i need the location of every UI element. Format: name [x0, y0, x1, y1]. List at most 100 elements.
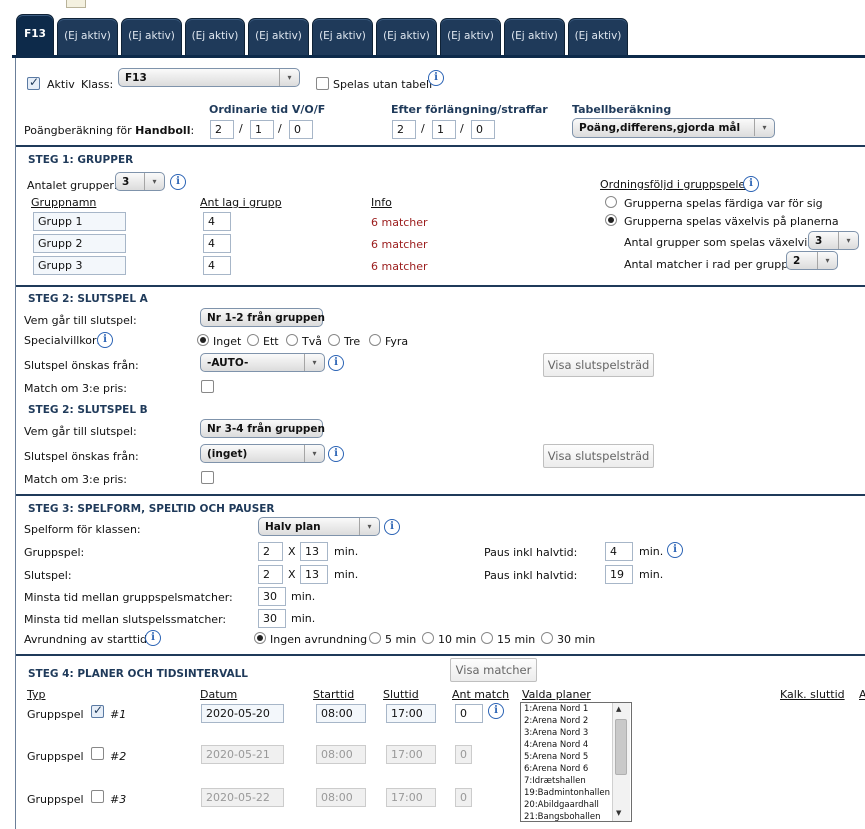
- radio-15-min[interactable]: [481, 632, 493, 644]
- minsta-slut-input[interactable]: 30: [258, 609, 286, 628]
- tab-f13[interactable]: F13: [16, 14, 54, 56]
- info-icon[interactable]: i: [328, 355, 344, 371]
- radio-5-min[interactable]: [369, 632, 381, 644]
- info-icon[interactable]: i: [488, 703, 504, 719]
- antal-grupper-value: 3: [122, 176, 130, 188]
- visa-matcher-button[interactable]: Visa matcher: [450, 658, 537, 682]
- visa-slutspelstrad-button[interactable]: Visa slutspelsträd: [543, 353, 654, 377]
- spelform-select[interactable]: Halv plan ▾: [258, 517, 380, 536]
- efter-vinst-input[interactable]: 2: [392, 120, 416, 139]
- tab-inactive-8[interactable]: (Ej aktiv): [504, 18, 565, 56]
- tab-inactive-6[interactable]: (Ej aktiv): [376, 18, 437, 56]
- slutspel-minuter-input[interactable]: 13: [300, 565, 328, 584]
- row-active-checkbox[interactable]: [91, 703, 104, 718]
- ordinarie-header: Ordinarie tid V/O/F: [209, 103, 326, 116]
- starttid-input[interactable]: 08:00: [316, 788, 366, 807]
- slutspel-perioder-input[interactable]: 2: [258, 565, 283, 584]
- ant-match-input[interactable]: 0: [455, 704, 483, 723]
- info-icon[interactable]: i: [428, 70, 444, 86]
- info-icon[interactable]: i: [170, 174, 186, 190]
- ant-lag-input[interactable]: 4: [203, 256, 231, 275]
- antal-vaxelvis-select[interactable]: 3 ▾: [808, 231, 859, 250]
- tab-inactive-4[interactable]: (Ej aktiv): [248, 18, 309, 56]
- radio-10-min[interactable]: [422, 632, 434, 644]
- min-unit: min.: [639, 568, 664, 581]
- vem-select-a[interactable]: Nr 1-2 från gruppen: [200, 308, 325, 327]
- match3-checkbox[interactable]: [201, 380, 214, 393]
- gruppspel-minuter-input[interactable]: 13: [300, 542, 328, 561]
- avrund-opt-label: 15 min: [497, 633, 536, 646]
- info-icon[interactable]: i: [743, 176, 759, 192]
- matcher-i-rad-select[interactable]: 2 ▾: [786, 251, 838, 270]
- antal-grupper-select[interactable]: 3 ▾: [115, 172, 165, 191]
- scroll-down-icon[interactable]: ▼: [616, 809, 621, 817]
- gruppnamn-input[interactable]: Grupp 1: [33, 212, 126, 231]
- info-icon[interactable]: i: [384, 519, 400, 535]
- klass-select[interactable]: F13 ▾: [118, 68, 300, 87]
- efter-oavgjort-input[interactable]: 1: [432, 120, 456, 139]
- vem-select-b[interactable]: Nr 3-4 från gruppen: [200, 419, 325, 438]
- tab-inactive-3[interactable]: (Ej aktiv): [185, 18, 245, 56]
- ordinarie-oavgjort-input[interactable]: 1: [250, 120, 274, 139]
- tab-inactive-7[interactable]: (Ej aktiv): [440, 18, 501, 56]
- fran-label: Slutspel önskas från:: [24, 359, 139, 372]
- radio-inget[interactable]: [197, 334, 209, 346]
- ordinarie-forlust-input[interactable]: 0: [289, 120, 313, 139]
- starttid-input[interactable]: 08:00: [316, 745, 366, 764]
- info-icon[interactable]: i: [328, 446, 344, 462]
- info-icon[interactable]: i: [145, 630, 161, 646]
- radio-fyra[interactable]: [369, 334, 381, 346]
- radio-30-min[interactable]: [541, 632, 553, 644]
- gruppspel-perioder-input[interactable]: 2: [258, 542, 283, 561]
- ant-lag-input[interactable]: 4: [203, 234, 231, 253]
- minsta-grupp-input[interactable]: 30: [258, 587, 286, 606]
- datum-input[interactable]: 2020-05-20: [201, 704, 284, 723]
- tab-inactive-2[interactable]: (Ej aktiv): [121, 18, 182, 56]
- datum-input[interactable]: 2020-05-21: [201, 745, 284, 764]
- fran-select-b[interactable]: (inget) ▾: [200, 444, 325, 463]
- radio-tva[interactable]: [286, 334, 298, 346]
- tab-inactive-1[interactable]: (Ej aktiv): [57, 18, 118, 56]
- sluttid-input[interactable]: 17:00: [386, 788, 436, 807]
- efter-forlust-input[interactable]: 0: [471, 120, 495, 139]
- starttid-input[interactable]: 08:00: [316, 704, 366, 723]
- toolbar-icon[interactable]: [66, 0, 86, 8]
- min-unit: min.: [334, 545, 359, 558]
- radio-vaxelvis[interactable]: [605, 214, 617, 226]
- fran-label: Slutspel önskas från:: [24, 450, 139, 463]
- aktiv-checkbox[interactable]: [27, 75, 40, 90]
- utan-tabell-checkbox[interactable]: [316, 77, 329, 90]
- scroll-thumb[interactable]: [615, 719, 627, 775]
- visa-slutspelstrad-button[interactable]: Visa slutspelsträd: [543, 444, 654, 468]
- info-icon[interactable]: i: [97, 332, 113, 348]
- sluttid-input[interactable]: 17:00: [386, 704, 436, 723]
- sluttid-input[interactable]: 17:00: [386, 745, 436, 764]
- tab-inactive-5[interactable]: (Ej aktiv): [312, 18, 373, 56]
- paus-slutspel-input[interactable]: 19: [605, 565, 633, 584]
- radio-tre[interactable]: [328, 334, 340, 346]
- radio-fardiga[interactable]: [605, 196, 617, 208]
- ant-lag-input[interactable]: 4: [203, 212, 231, 231]
- fran-select-a[interactable]: -AUTO- ▾: [200, 353, 325, 372]
- col-sluttid: Sluttid: [383, 688, 419, 701]
- row-active-checkbox[interactable]: [91, 747, 104, 760]
- gruppnamn-input[interactable]: Grupp 3: [33, 256, 126, 275]
- ordinarie-vinst-input[interactable]: 2: [210, 120, 234, 139]
- radio-ingen-avrundning[interactable]: [254, 632, 266, 644]
- gruppnamn-input[interactable]: Grupp 2: [33, 234, 126, 253]
- slutspel-label: Slutspel:: [24, 569, 72, 582]
- tabell-select[interactable]: Poäng,differens,gjorda mål ▾: [572, 118, 775, 138]
- row-active-checkbox[interactable]: [91, 790, 104, 803]
- listbox-scrollbar[interactable]: ▲ ▼: [612, 703, 630, 821]
- fran-value: -AUTO-: [207, 357, 249, 369]
- ant-match-input[interactable]: 0: [455, 745, 472, 764]
- col-info: Info: [371, 196, 392, 209]
- radio-ett[interactable]: [247, 334, 259, 346]
- info-icon[interactable]: i: [667, 542, 683, 558]
- tab-inactive-9[interactable]: (Ej aktiv): [568, 18, 628, 56]
- paus-gruppspel-input[interactable]: 4: [605, 542, 633, 561]
- match3-checkbox[interactable]: [201, 471, 214, 484]
- scroll-up-icon[interactable]: ▲: [616, 705, 621, 713]
- ant-match-input[interactable]: 0: [455, 788, 472, 807]
- datum-input[interactable]: 2020-05-22: [201, 788, 284, 807]
